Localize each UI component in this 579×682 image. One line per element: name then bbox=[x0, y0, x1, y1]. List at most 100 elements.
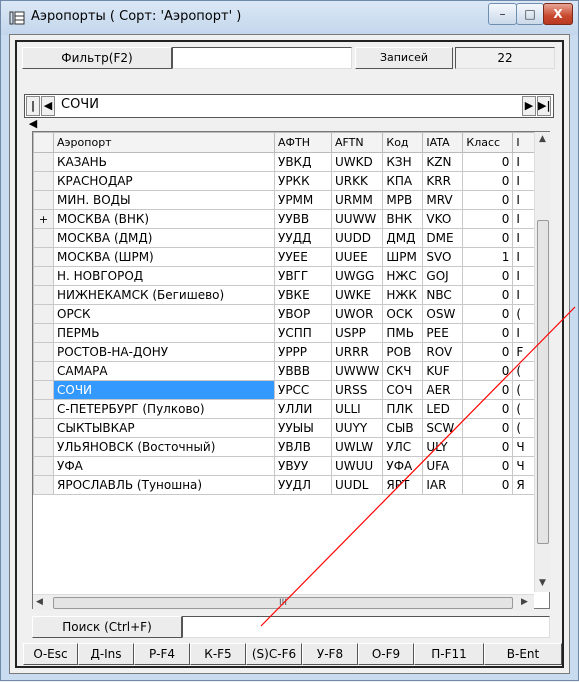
cell-airport[interactable]: ЯРОСЛАВЛЬ (Туношна) bbox=[53, 475, 275, 495]
cell-iata[interactable]: SCW bbox=[422, 418, 464, 438]
cell-code[interactable]: НЖК bbox=[382, 285, 424, 305]
cell-airport[interactable]: УЛЬЯНОВСК (Восточный) bbox=[53, 437, 275, 457]
cell-aftn[interactable]: UUDD bbox=[330, 228, 384, 248]
cell-class[interactable]: 0 bbox=[462, 361, 514, 381]
table-row[interactable]: МОСКВА (ДМД) УУДД UUDD ДМД DME 0 I bbox=[33, 228, 541, 248]
cell-class[interactable]: 0 bbox=[462, 171, 514, 191]
cell-afth[interactable]: УСПП bbox=[274, 323, 332, 343]
cell-afth[interactable]: УВКЕ bbox=[274, 285, 332, 305]
fkey-button[interactable]: К-F5 bbox=[190, 643, 246, 665]
vertical-scroll-thumb[interactable] bbox=[537, 220, 549, 544]
cell-airport[interactable]: ПЕРМЬ bbox=[53, 323, 275, 343]
cell-class[interactable]: 0 bbox=[462, 342, 514, 362]
cell-afth[interactable]: УВУУ bbox=[274, 456, 332, 476]
row-indicator[interactable]: + bbox=[33, 209, 54, 229]
airports-grid[interactable]: Аэропорт АФТН AFTN Код IATA Класс I КАЗА… bbox=[32, 131, 550, 609]
column-header-code[interactable]: Код bbox=[382, 132, 424, 153]
cell-code[interactable]: ДМД bbox=[382, 228, 424, 248]
cell-iata[interactable]: KRR bbox=[422, 171, 464, 191]
search-input[interactable] bbox=[182, 616, 550, 638]
table-row[interactable]: РОСТОВ-НА-ДОНУ УРРР URRR РОВ ROV 0 F bbox=[33, 342, 541, 362]
cell-code[interactable]: ОСК bbox=[382, 304, 424, 324]
cell-iata[interactable]: GOJ bbox=[422, 266, 464, 286]
cell-afth[interactable]: УВГГ bbox=[274, 266, 332, 286]
minimize-button[interactable]: – bbox=[488, 3, 517, 25]
cell-afth[interactable]: УРКК bbox=[274, 171, 332, 191]
scroll-up-icon[interactable]: ▲ bbox=[539, 134, 546, 144]
cell-class[interactable]: 0 bbox=[462, 266, 514, 286]
horizontal-scroll-thumb[interactable]: III bbox=[53, 597, 513, 609]
cell-class[interactable]: 0 bbox=[462, 285, 514, 305]
cell-iata[interactable]: OSW bbox=[422, 304, 464, 324]
cell-class[interactable]: 0 bbox=[462, 399, 514, 419]
cell-aftn[interactable]: UUWW bbox=[330, 209, 384, 229]
column-header-airport[interactable]: Аэропорт bbox=[53, 132, 275, 153]
cell-airport[interactable]: С-ПЕТЕРБУРГ (Пулково) bbox=[53, 399, 275, 419]
cell-aftn[interactable]: UWWW bbox=[330, 361, 384, 381]
cell-afth[interactable]: УУВВ bbox=[274, 209, 332, 229]
row-indicator[interactable] bbox=[33, 190, 54, 210]
table-row[interactable]: САМАРА УВВВ UWWW СКЧ KUF 0( bbox=[33, 361, 541, 381]
cell-code[interactable]: НЖС bbox=[382, 266, 424, 286]
row-indicator[interactable] bbox=[33, 285, 54, 305]
fkey-button[interactable]: Д-Ins bbox=[78, 643, 134, 665]
table-row[interactable]: УЛЬЯНОВСК (Восточный) УВЛВ UWLW УЛС ULY 0 Ч bbox=[33, 437, 541, 457]
cell-airport[interactable]: МОСКВА (ШРМ) bbox=[53, 247, 275, 267]
cell-aftn[interactable]: UWOR bbox=[330, 304, 384, 324]
cell-airport[interactable]: УФА bbox=[53, 456, 275, 476]
row-indicator[interactable] bbox=[33, 361, 54, 381]
cell-aftn[interactable]: UWGG bbox=[330, 266, 384, 286]
cell-class[interactable]: 0 bbox=[462, 418, 514, 438]
cell-afth[interactable]: УРММ bbox=[274, 190, 332, 210]
scroll-left-icon[interactable]: ◀ bbox=[36, 597, 43, 607]
column-header-afth[interactable]: АФТН bbox=[274, 132, 332, 153]
cell-code[interactable]: ШРМ bbox=[382, 247, 424, 267]
cell-class[interactable]: 0 bbox=[462, 323, 514, 343]
table-row[interactable]: ПЕРМЬ УСПП USPP ПМЬ PEE 0 I bbox=[33, 323, 541, 343]
cell-afth[interactable]: УЛЛИ bbox=[274, 399, 332, 419]
row-indicator[interactable] bbox=[33, 266, 54, 286]
table-row[interactable]: КАЗАНЬ УВКД UWKD КЗН KZN 0 I bbox=[33, 152, 541, 172]
cell-afth[interactable]: УВКД bbox=[274, 152, 332, 172]
row-indicator[interactable] bbox=[33, 323, 54, 343]
fkey-button[interactable]: (S)С-F6 bbox=[246, 643, 302, 665]
column-header-iata[interactable]: IATA bbox=[422, 132, 464, 153]
fkey-button[interactable]: О-Esc bbox=[23, 643, 78, 665]
scroll-right-icon[interactable]: ▶ bbox=[521, 597, 528, 607]
table-row[interactable]: С-ПЕТЕРБУРГ (Пулково) УЛЛИ ULLI ПЛК LED 0( bbox=[33, 399, 541, 419]
cell-aftn[interactable]: UWLW bbox=[330, 437, 384, 457]
cell-airport[interactable]: РОСТОВ-НА-ДОНУ bbox=[53, 342, 275, 362]
row-indicator[interactable] bbox=[33, 437, 54, 457]
cell-code[interactable]: ПЛК bbox=[382, 399, 424, 419]
table-row[interactable]: СОЧИ УРСС URSS СОЧ AER 0( bbox=[33, 380, 541, 400]
row-indicator[interactable] bbox=[33, 380, 54, 400]
fkey-button[interactable]: П-F11 bbox=[414, 643, 484, 665]
cell-airport[interactable]: САМАРА bbox=[53, 361, 275, 381]
nav-last-button[interactable]: ▶| bbox=[537, 96, 551, 116]
cell-afth[interactable]: УУЫЫ bbox=[274, 418, 332, 438]
cell-iata[interactable]: ULY bbox=[422, 437, 464, 457]
cell-afth[interactable]: УУДЛ bbox=[274, 475, 332, 495]
table-row[interactable]: КРАСНОДАР УРКК URKK КПА KRR 0 I bbox=[33, 171, 541, 191]
filter-field[interactable] bbox=[172, 47, 352, 69]
cell-class[interactable]: 0 bbox=[462, 152, 514, 172]
cell-class[interactable]: 0 bbox=[462, 475, 514, 495]
close-button[interactable]: X bbox=[543, 3, 573, 25]
cell-afth[interactable]: УУДД bbox=[274, 228, 332, 248]
cell-code[interactable]: МРВ bbox=[382, 190, 424, 210]
cell-iata[interactable]: PEE bbox=[422, 323, 464, 343]
table-row[interactable]: МИН. ВОДЫ УРММ URMM МРВ MRV 0 I bbox=[33, 190, 541, 210]
cell-aftn[interactable]: URKK bbox=[330, 171, 384, 191]
table-row[interactable]: НИЖНЕКАМСК (Бегишево) УВКЕ UWKE НЖК NBC 0 I bbox=[33, 285, 541, 305]
cell-afth[interactable]: УРРР bbox=[274, 342, 332, 362]
title-bar[interactable]: Аэропорты ( Сорт: 'Аэропорт' ) – □ X bbox=[1, 1, 578, 35]
cell-afth[interactable]: УВВВ bbox=[274, 361, 332, 381]
row-indicator[interactable] bbox=[33, 152, 54, 172]
cell-iata[interactable]: DME bbox=[422, 228, 464, 248]
cell-aftn[interactable]: URRR bbox=[330, 342, 384, 362]
cell-airport[interactable]: МОСКВА (ДМД) bbox=[53, 228, 275, 248]
cell-iata[interactable]: LED bbox=[422, 399, 464, 419]
nav-first-button[interactable]: |◀ bbox=[26, 96, 40, 130]
cell-airport[interactable]: МОСКВА (ВНК) bbox=[53, 209, 275, 229]
cell-airport[interactable]: СЫКТЫВКАР bbox=[53, 418, 275, 438]
